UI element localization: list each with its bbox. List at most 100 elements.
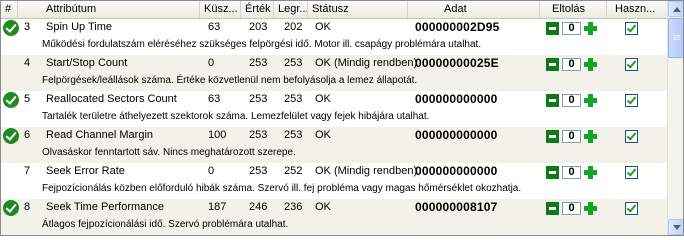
status-text: OK (Mindig rendben) xyxy=(315,165,418,177)
decrease-offset-button[interactable] xyxy=(546,166,559,179)
attribute-name: Spin Up Time xyxy=(46,21,113,33)
grip-line xyxy=(673,39,680,40)
table-row[interactable]: 7 Seek Error Rate 0 253 252 OK (Mindig rendbe… xyxy=(1,163,667,199)
use-checkbox[interactable] xyxy=(625,202,638,215)
scroll-thumb[interactable] xyxy=(668,18,683,58)
threshold-value: 0 xyxy=(208,57,215,69)
current-value: 203 xyxy=(249,21,268,33)
worst-value: 253 xyxy=(284,57,303,69)
use-checkbox[interactable] xyxy=(625,130,638,143)
decrease-offset-button[interactable] xyxy=(546,202,559,215)
threshold-value: 187 xyxy=(208,201,227,213)
threshold-value: 0 xyxy=(208,165,215,177)
table-row[interactable]: 3 Spin Up Time 63 203 202 OK 000000002D95 0 Műkö… xyxy=(1,19,667,55)
decrease-offset-button[interactable] xyxy=(546,22,559,35)
worst-value: 252 xyxy=(284,165,303,177)
column-header-offset[interactable]: Eltolás xyxy=(540,1,607,18)
attribute-description: Átlagos fejpozícionálási idő. Szervó pro… xyxy=(42,219,289,230)
raw-data: 000000002D95 xyxy=(415,20,500,34)
column-header-use[interactable]: Haszn... xyxy=(607,1,667,18)
scroll-up-button[interactable] xyxy=(668,1,683,17)
status-text: OK xyxy=(315,21,331,33)
worst-value: 253 xyxy=(284,129,303,141)
attribute-description: Fejpozícionálás közben előforduló hibák … xyxy=(42,183,522,194)
attribute-name: Seek Time Performance xyxy=(46,201,164,213)
status-text: OK (Mindig rendben) xyxy=(315,57,418,69)
table-header: # Attribútum Küsz... Érték Legr... Státu… xyxy=(1,1,667,19)
scroll-down-button[interactable] xyxy=(668,219,683,235)
attribute-name: Start/Stop Count xyxy=(46,57,128,69)
increase-offset-button[interactable] xyxy=(584,94,597,107)
vertical-scrollbar[interactable] xyxy=(667,1,683,235)
attribute-number: 6 xyxy=(24,129,31,141)
use-checkbox[interactable] xyxy=(625,166,638,179)
current-value: 253 xyxy=(249,129,268,141)
attribute-line: 8 Seek Time Performance 187 246 236 OK 0000000… xyxy=(1,199,667,217)
table-row[interactable]: 5 Reallocated Sectors Count 63 253 253 OK 0000… xyxy=(1,91,667,127)
raw-data: 000000000000 xyxy=(415,128,498,142)
increase-offset-button[interactable] xyxy=(584,130,597,143)
worst-value: 202 xyxy=(284,21,303,33)
column-header-raw[interactable]: Adat xyxy=(408,1,540,18)
arrow-down-icon xyxy=(673,225,681,230)
offset-value[interactable]: 0 xyxy=(562,166,581,179)
attribute-name: Seek Error Rate xyxy=(46,165,125,177)
current-value: 253 xyxy=(249,93,268,105)
status-text: OK xyxy=(315,201,331,213)
threshold-value: 63 xyxy=(208,93,221,105)
table-row[interactable]: 4 Start/Stop Count 0 253 253 OK (Mindig rendb… xyxy=(1,55,667,91)
use-checkbox[interactable] xyxy=(625,94,638,107)
column-header-value[interactable]: Érték xyxy=(241,1,274,18)
column-header-threshold[interactable]: Küsz... xyxy=(200,1,241,18)
column-header-status[interactable]: Státusz xyxy=(308,1,408,18)
attribute-line: 3 Spin Up Time 63 203 202 OK 000000002D95 0 xyxy=(1,19,667,37)
attribute-line: 7 Seek Error Rate 0 253 252 OK (Mindig rendbe… xyxy=(1,163,667,181)
attribute-number: 8 xyxy=(24,201,31,213)
grip-line xyxy=(673,37,680,38)
decrease-offset-button[interactable] xyxy=(546,94,559,107)
attribute-line: 5 Reallocated Sectors Count 63 253 253 OK 0000… xyxy=(1,91,667,109)
worst-value: 236 xyxy=(284,201,303,213)
ok-check-icon xyxy=(3,20,19,36)
raw-data: 000000000000 xyxy=(415,92,498,106)
increase-offset-button[interactable] xyxy=(584,58,597,71)
column-header-worst[interactable]: Legr... xyxy=(274,1,308,18)
offset-value[interactable]: 0 xyxy=(562,22,581,35)
raw-data: 000000000000 xyxy=(415,164,498,178)
threshold-value: 63 xyxy=(208,21,221,33)
attribute-description: Tartalék területre áthelyezett szektorok… xyxy=(42,111,430,122)
increase-offset-button[interactable] xyxy=(584,22,597,35)
column-header-num[interactable]: # xyxy=(1,1,18,18)
offset-value[interactable]: 0 xyxy=(562,58,581,71)
attribute-line: 4 Start/Stop Count 0 253 253 OK (Mindig rendb… xyxy=(1,55,667,73)
status-text: OK xyxy=(315,93,331,105)
ok-check-icon xyxy=(3,92,19,108)
attribute-number: 7 xyxy=(24,165,31,177)
worst-value: 253 xyxy=(284,93,303,105)
raw-data: 000000008107 xyxy=(415,200,498,214)
attribute-name: Reallocated Sectors Count xyxy=(46,93,177,105)
decrease-offset-button[interactable] xyxy=(546,130,559,143)
table-row[interactable]: 8 Seek Time Performance 187 246 236 OK 0000000… xyxy=(1,199,667,235)
attribute-description: Felpörgések/leállások száma. Értéke közv… xyxy=(42,75,418,86)
attribute-description: Működési fordulatszám eléréséhez szükség… xyxy=(42,39,482,50)
attribute-number: 3 xyxy=(24,21,31,33)
status-text: OK xyxy=(315,129,331,141)
table-row[interactable]: 6 Read Channel Margin 100 253 253 OK 000000000… xyxy=(1,127,667,163)
grip-line xyxy=(673,35,680,36)
decrease-offset-button[interactable] xyxy=(546,58,559,71)
use-checkbox[interactable] xyxy=(625,22,638,35)
offset-value[interactable]: 0 xyxy=(562,94,581,107)
attribute-description: Olvasáskor fenntartott sáv. Nincs meghat… xyxy=(42,147,296,158)
current-value: 253 xyxy=(249,57,268,69)
increase-offset-button[interactable] xyxy=(584,202,597,215)
offset-value[interactable]: 0 xyxy=(562,130,581,143)
current-value: 253 xyxy=(249,165,268,177)
rows-container: 3 Spin Up Time 63 203 202 OK 000000002D95 0 Műkö… xyxy=(1,19,667,235)
increase-offset-button[interactable] xyxy=(584,166,597,179)
attribute-number: 5 xyxy=(24,93,31,105)
column-header-attribute[interactable]: Attribútum xyxy=(18,1,200,18)
use-checkbox[interactable] xyxy=(625,58,638,71)
current-value: 246 xyxy=(249,201,268,213)
offset-value[interactable]: 0 xyxy=(562,202,581,215)
